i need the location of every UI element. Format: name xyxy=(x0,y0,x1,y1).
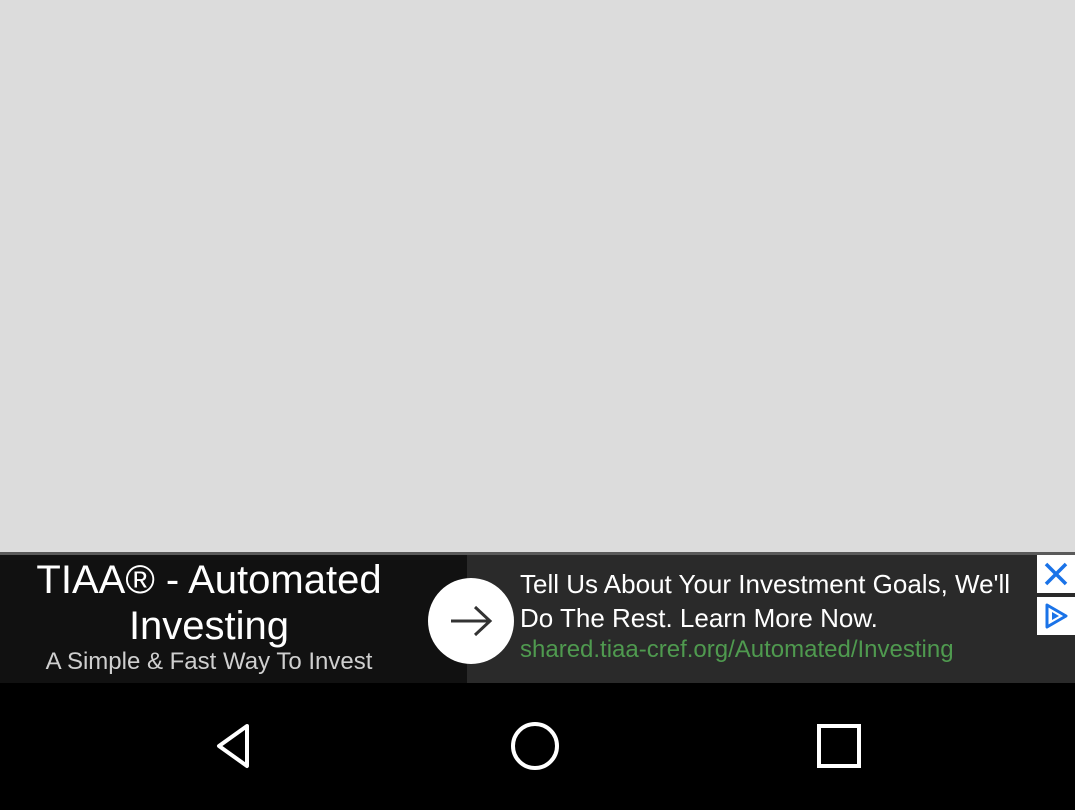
ad-url[interactable]: shared.tiaa-cref.org/Automated/Investing xyxy=(520,635,1020,665)
ad-title[interactable]: TIAA® - Automated Investing xyxy=(10,557,408,649)
ad-body-text[interactable]: Tell Us About Your Investment Goals, We'… xyxy=(520,567,1020,635)
back-icon[interactable] xyxy=(198,711,268,781)
arrow-right-icon[interactable] xyxy=(428,578,514,664)
navigation-bar xyxy=(0,683,1075,810)
screen: TIAA® - Automated Investing A Simple & F… xyxy=(0,0,1075,810)
ad-headline-panel[interactable]: TIAA® - Automated Investing A Simple & F… xyxy=(0,555,467,683)
ad-choices-icon[interactable] xyxy=(1037,597,1075,635)
recents-icon[interactable] xyxy=(804,711,874,781)
close-icon[interactable] xyxy=(1037,555,1075,593)
ad-banner[interactable]: TIAA® - Automated Investing A Simple & F… xyxy=(0,552,1075,683)
home-icon[interactable] xyxy=(500,711,570,781)
ad-subtitle[interactable]: A Simple & Fast Way To Invest xyxy=(10,648,408,676)
content-area xyxy=(0,0,1075,552)
